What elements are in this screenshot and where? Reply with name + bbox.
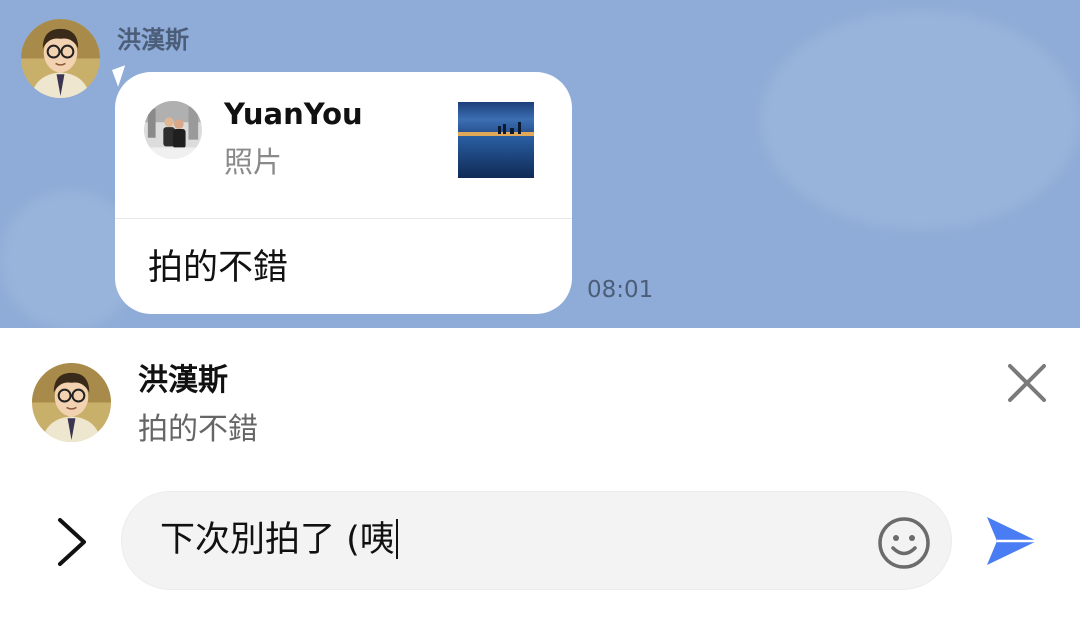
sender-name: 洪漢斯 xyxy=(117,26,189,54)
send-icon xyxy=(987,517,1037,565)
message-timestamp: 08:01 xyxy=(587,277,654,303)
emoji-button[interactable] xyxy=(877,516,931,570)
text-caret xyxy=(395,519,398,559)
composer: 下次別拍了 (咦 xyxy=(0,470,1080,617)
reply-avatar xyxy=(32,363,111,442)
sender-avatar[interactable] xyxy=(21,19,100,98)
message-input-value: 下次別拍了 (咦 xyxy=(160,520,395,560)
quoted-type-label: 照片 xyxy=(224,145,283,179)
reply-message-text: 拍的不錯 xyxy=(138,412,258,447)
chat-area: 洪漢斯 YuanYou 照片 拍的不錯 08:01 xyxy=(0,0,1080,328)
close-reply-button[interactable] xyxy=(1004,360,1050,406)
chevron-right-icon xyxy=(58,518,86,566)
quoted-photo-thumbnail[interactable] xyxy=(458,102,534,178)
quoted-avatar xyxy=(144,101,202,159)
quoted-message[interactable]: YuanYou 照片 xyxy=(115,72,572,219)
send-button[interactable] xyxy=(984,514,1040,568)
reply-preview: 洪漢斯 拍的不錯 xyxy=(0,328,1080,470)
expand-menu-button[interactable] xyxy=(50,514,94,570)
background-cloud xyxy=(760,10,1080,230)
message-bubble[interactable]: YuanYou 照片 拍的不錯 xyxy=(115,72,572,314)
quoted-sender-name: YuanYou xyxy=(224,97,363,131)
reply-sender-name: 洪漢斯 xyxy=(138,363,228,398)
close-icon xyxy=(1008,364,1046,402)
message-input[interactable]: 下次別拍了 (咦 xyxy=(121,491,952,590)
message-text: 拍的不錯 xyxy=(148,248,289,288)
smiley-icon xyxy=(878,517,930,569)
